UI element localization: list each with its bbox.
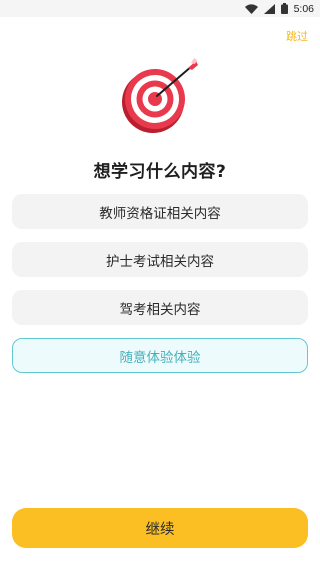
battery-icon: [280, 3, 288, 14]
wifi-icon: [244, 3, 258, 14]
screen: 5:06 跳过 想学习什么内容? 教师资格证相关内容 护士考试相关内容 驾考相关…: [0, 0, 320, 570]
cellular-signal-icon: [263, 3, 275, 14]
status-time: 5:06: [293, 2, 314, 15]
option-teacher-certificate[interactable]: 教师资格证相关内容: [12, 194, 308, 229]
option-nurse-exam[interactable]: 护士考试相关内容: [12, 242, 308, 277]
option-driving-test[interactable]: 驾考相关内容: [12, 290, 308, 325]
status-bar: 5:06: [0, 0, 320, 17]
skip-button[interactable]: 跳过: [286, 28, 308, 44]
page-title: 想学习什么内容?: [93, 162, 227, 182]
continue-button[interactable]: 继续: [12, 508, 308, 548]
target-dart-icon: [116, 58, 202, 138]
option-casual-experience[interactable]: 随意体验体验: [12, 338, 308, 373]
